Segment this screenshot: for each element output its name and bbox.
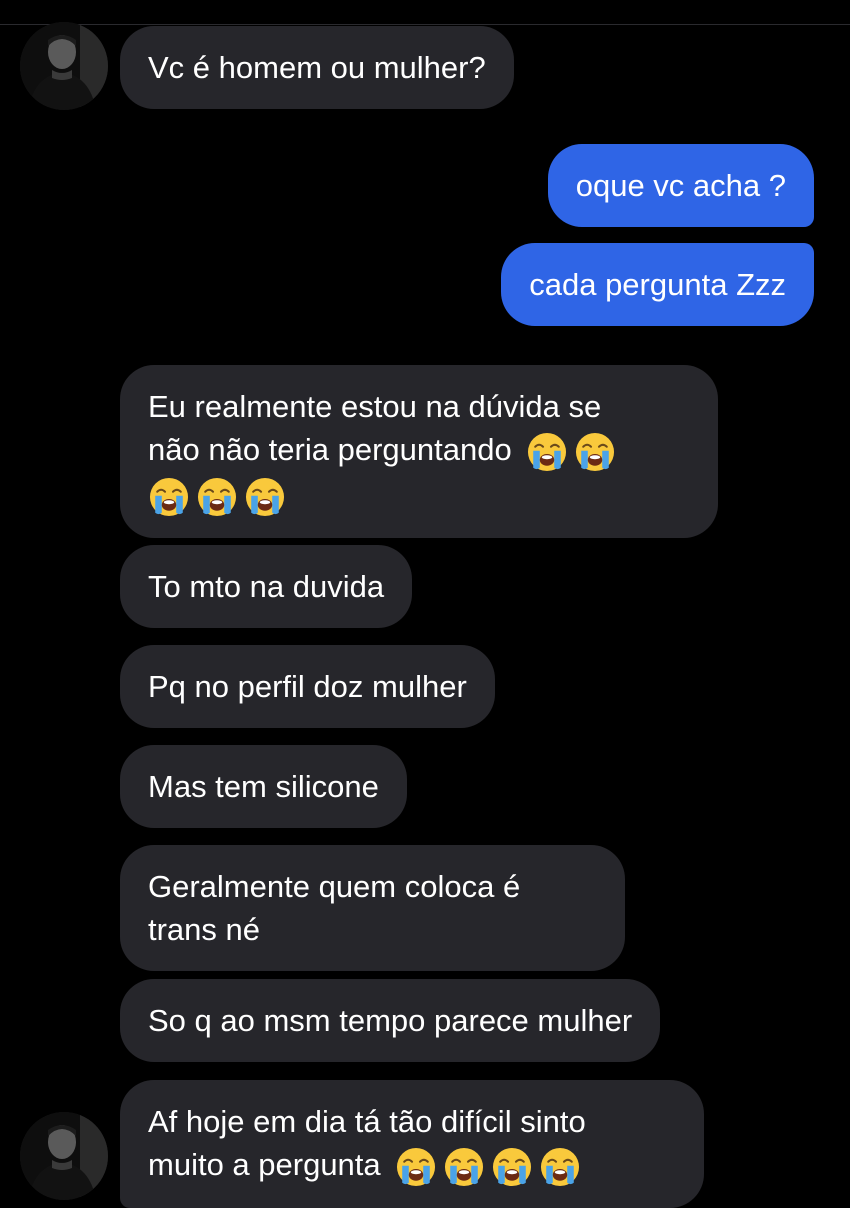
loudly-crying-face-icon bbox=[539, 1146, 581, 1188]
loudly-crying-face-icon bbox=[244, 476, 286, 518]
message-text-line: não não teria perguntando bbox=[148, 432, 512, 467]
loudly-crying-face-icon bbox=[148, 476, 190, 518]
contact-avatar[interactable] bbox=[20, 22, 108, 110]
message-bubble-incoming[interactable]: To mto na duvida bbox=[120, 545, 413, 628]
message-text: So q ao msm tempo parece mulher bbox=[148, 1003, 633, 1038]
message-bubble-outgoing[interactable]: oque vc acha ? bbox=[547, 144, 814, 227]
message-text-line: trans né bbox=[148, 912, 261, 947]
loudly-crying-face-icon bbox=[196, 476, 238, 518]
message-bubble-incoming[interactable]: Geralmente quem coloca é trans né bbox=[120, 845, 625, 971]
loudly-crying-face-icon bbox=[526, 431, 568, 473]
contact-avatar[interactable] bbox=[20, 1112, 108, 1200]
message-text-line: muito a pergunta bbox=[148, 1147, 381, 1182]
message-text: Vc é homem ou mulher? bbox=[148, 50, 486, 85]
message-text-line: Af hoje em dia tá tão difícil sinto bbox=[148, 1104, 586, 1139]
message-bubble-incoming[interactable]: Eu realmente estou na dúvida se não não … bbox=[120, 365, 718, 538]
avatar-image bbox=[20, 22, 108, 110]
message-text: oque vc acha ? bbox=[575, 168, 786, 203]
message-bubble-incoming[interactable]: Mas tem silicone bbox=[120, 745, 407, 828]
message-bubble-incoming[interactable]: Vc é homem ou mulher? bbox=[120, 26, 514, 109]
message-text: Mas tem silicone bbox=[148, 769, 379, 804]
top-divider bbox=[0, 24, 850, 25]
loudly-crying-face-icon bbox=[491, 1146, 533, 1188]
avatar-image bbox=[20, 1112, 108, 1200]
message-text: Pq no perfil doz mulher bbox=[148, 669, 467, 704]
message-bubble-incoming[interactable]: So q ao msm tempo parece mulher bbox=[120, 979, 661, 1062]
loudly-crying-face-icon bbox=[395, 1146, 437, 1188]
loudly-crying-face-icon bbox=[443, 1146, 485, 1188]
message-bubble-incoming[interactable]: Af hoje em dia tá tão difícil sinto muit… bbox=[120, 1080, 704, 1208]
message-text-line: Geralmente quem coloca é bbox=[148, 869, 521, 904]
message-text: cada pergunta Zzz bbox=[529, 267, 786, 302]
message-text: To mto na duvida bbox=[148, 569, 385, 604]
message-bubble-outgoing[interactable]: cada pergunta Zzz bbox=[501, 243, 814, 326]
message-text-line: Eu realmente estou na dúvida se bbox=[148, 389, 602, 424]
message-bubble-incoming[interactable]: Pq no perfil doz mulher bbox=[120, 645, 495, 728]
loudly-crying-face-icon bbox=[574, 431, 616, 473]
